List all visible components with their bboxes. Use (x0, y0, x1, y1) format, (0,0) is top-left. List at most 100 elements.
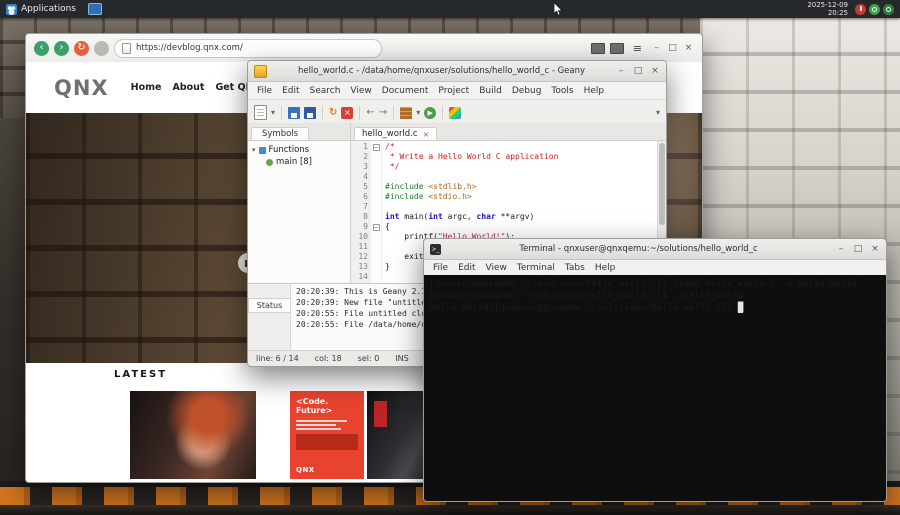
terminal-line: [qnxuser@qnxqemu ~/solutions/hello_world… (429, 279, 858, 289)
terminal-minimize-button[interactable]: – (836, 244, 846, 254)
sidebar-tab-symbols[interactable]: Symbols (251, 127, 310, 140)
browser-address-bar[interactable]: https://devblog.qnx.com/ (114, 38, 382, 58)
tab-preview-icon-1[interactable] (590, 42, 605, 54)
browser-menu-icon[interactable]: ≡ (629, 42, 646, 55)
menu-item[interactable]: Project (433, 86, 474, 96)
code-line: /* (385, 142, 395, 151)
execute-icon[interactable]: ▶ (424, 106, 437, 119)
tree-label-functions: Functions (268, 145, 310, 155)
tab-preview-icon-2[interactable] (609, 42, 624, 54)
code-line: */ (385, 162, 400, 171)
statusbar-field: INS (395, 354, 409, 363)
terminal-titlebar[interactable]: >_ Terminal - qnxuser@qnxqemu:~/solution… (424, 239, 886, 260)
tab-close-icon[interactable]: × (423, 130, 430, 139)
nav-back-icon[interactable]: ← (366, 107, 374, 119)
save-icon[interactable] (288, 106, 301, 119)
menu-item[interactable]: Edit (277, 86, 304, 96)
menu-item[interactable]: Help (590, 263, 621, 273)
taskbar: Applications 2025-12-09 20:25 (0, 0, 900, 18)
color-chooser-icon[interactable] (449, 106, 462, 119)
tree-item-functions[interactable]: ▾ Functions (252, 144, 346, 156)
compile-icon[interactable] (400, 106, 413, 119)
scrollbar-thumb[interactable] (659, 143, 665, 226)
menu-item[interactable]: Build (474, 86, 507, 96)
new-file-dropdown-icon[interactable]: ▾ (271, 108, 275, 117)
card-title-line2: Future> (296, 406, 333, 415)
card-speaker-box (296, 434, 358, 450)
restart-button[interactable] (869, 3, 880, 15)
logout-button[interactable] (883, 3, 894, 15)
statusbar-field: line: 6 / 14 (256, 354, 299, 363)
terminal-maximize-button[interactable]: □ (853, 244, 863, 254)
menu-item[interactable]: Tabs (560, 263, 590, 273)
shutdown-button[interactable] (855, 3, 866, 15)
menu-item[interactable]: File (428, 263, 453, 273)
sidebar-tab-strip: Symbols (248, 123, 350, 141)
nav-link[interactable]: Home (131, 82, 162, 93)
nav-forward-icon[interactable]: → (379, 107, 387, 119)
menu-item[interactable]: Debug (507, 86, 547, 96)
terminal-line: [qnxuser@qnxqemu ~/solutions/hello_world… (429, 291, 744, 301)
menu-item[interactable]: Help (579, 86, 610, 96)
close-file-icon[interactable]: × (341, 106, 354, 119)
terminal-window: >_ Terminal - qnxuser@qnxqemu:~/solution… (423, 238, 887, 502)
applications-label: Applications (21, 4, 76, 14)
article-card-2[interactable]: <Code. Future> QNX (290, 391, 364, 479)
applications-menu-button[interactable]: Applications (0, 0, 82, 18)
symbol-group-icon (258, 146, 266, 154)
url-text: https://devblog.qnx.com/ (136, 43, 243, 53)
save-all-icon[interactable] (304, 106, 317, 119)
code-line: #include <stdio.h> (385, 192, 472, 201)
floor-shadow (0, 505, 900, 515)
tree-label-main: main [8] (276, 157, 312, 167)
expander-icon[interactable]: ▾ (252, 146, 256, 154)
code-line: #include <stdlib.h> (385, 182, 477, 191)
message-tab-status[interactable]: Status (248, 298, 290, 313)
editor-tab[interactable]: hello_world.c × (354, 127, 438, 140)
geany-close-button[interactable]: × (650, 66, 660, 76)
terminal-close-button[interactable]: × (870, 244, 880, 254)
toolbar-overflow-icon[interactable]: ▾ (656, 108, 660, 117)
symbols-tree: ▾ Functions main [8] (248, 141, 350, 283)
geany-titlebar[interactable]: hello_world.c - /data/home/qnxuser/solut… (248, 61, 666, 82)
card-text-placeholder (296, 420, 358, 430)
browser-home-button[interactable] (94, 40, 109, 56)
browser-minimize-button[interactable]: – (651, 43, 662, 53)
article-card-1[interactable] (130, 391, 256, 479)
code-line: { (385, 222, 390, 231)
geany-maximize-button[interactable]: □ (633, 66, 643, 76)
menu-item[interactable]: View (481, 263, 512, 273)
nav-link[interactable]: About (172, 82, 204, 93)
menu-item[interactable]: File (252, 86, 277, 96)
menu-item[interactable]: Tools (546, 86, 578, 96)
geany-app-icon (254, 64, 267, 78)
geany-menubar: File Edit Search View Document Project Build De… (248, 82, 666, 100)
latest-heading: LATEST (114, 369, 168, 380)
browser-close-button[interactable]: × (683, 43, 694, 53)
browser-reload-button[interactable]: ↻ (74, 40, 89, 56)
taskbar-clock[interactable]: 2025-12-09 20:25 (807, 1, 855, 17)
menu-item[interactable]: Document (377, 86, 434, 96)
taskbar-window-button[interactable] (87, 3, 102, 15)
revert-icon[interactable]: ↻ (329, 107, 337, 119)
editor-tab-strip: hello_world.c × (351, 123, 666, 141)
statusbar-field: sel: 0 (357, 354, 380, 363)
build-dropdown-icon[interactable]: ▾ (416, 108, 420, 117)
browser-forward-button[interactable]: › (54, 40, 69, 56)
clock-date: 2025-12-09 (807, 1, 848, 9)
terminal-screen[interactable]: [qnxuser@qnxqemu ~/solutions/hello_world… (424, 275, 886, 501)
menu-item[interactable]: View (345, 86, 376, 96)
menu-item[interactable]: Edit (453, 263, 480, 273)
new-file-icon[interactable] (254, 105, 267, 120)
qnx-logo[interactable]: QNX (54, 76, 109, 100)
terminal-line: Hello World![qnxuser@qnxqemu ~/solutions… (429, 303, 744, 313)
browser-back-button[interactable]: ‹ (34, 40, 49, 56)
browser-maximize-button[interactable]: □ (667, 43, 678, 53)
geany-minimize-button[interactable]: – (616, 66, 626, 76)
menu-item[interactable]: Terminal (512, 263, 560, 273)
tree-item-main[interactable]: main [8] (252, 156, 346, 168)
geany-title: hello_world.c - /data/home/qnxuser/solut… (297, 66, 586, 76)
menu-item[interactable]: Search (305, 86, 346, 96)
code-line: * Write a Hello World C application (385, 152, 559, 161)
